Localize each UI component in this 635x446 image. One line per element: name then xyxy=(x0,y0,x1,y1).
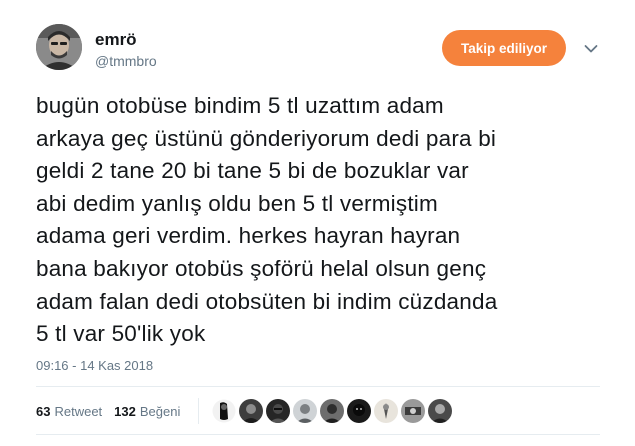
liker-avatar[interactable] xyxy=(266,399,290,423)
liker-avatar[interactable] xyxy=(239,399,263,423)
retweets-label: Retweet xyxy=(54,403,103,419)
liker-avatar[interactable] xyxy=(374,399,398,423)
tweet-text: bugün otobüse bindim 5 tl uzattım adam a… xyxy=(36,93,498,347)
likes-label: Beğeni xyxy=(139,403,181,419)
chevron-down-icon[interactable] xyxy=(584,44,598,54)
user-handle[interactable]: @tmmbro xyxy=(95,53,157,69)
avatar[interactable] xyxy=(36,24,82,70)
user-name[interactable]: emrö xyxy=(95,30,137,50)
liker-avatar[interactable] xyxy=(347,399,371,423)
likes-stat[interactable]: 132 Beğeni xyxy=(114,404,180,419)
divider xyxy=(36,434,600,435)
liker-avatar[interactable] xyxy=(428,399,452,423)
liker-avatar[interactable] xyxy=(320,399,344,423)
likes-count: 132 xyxy=(114,403,136,419)
liker-avatar[interactable] xyxy=(212,399,236,423)
retweets-count: 63 xyxy=(36,403,51,419)
tweet-stats: 63 Retweet 132 Beğeni xyxy=(36,400,192,422)
tweet-timestamp[interactable]: 09:16 - 14 Kas 2018 xyxy=(36,358,153,373)
liker-avatars xyxy=(212,399,455,423)
tweet-card: emrö @tmmbro Takip ediliyor bugün otobüs… xyxy=(0,0,635,446)
retweets-stat[interactable]: 63 Retweet xyxy=(36,404,102,419)
following-button[interactable]: Takip ediliyor xyxy=(442,30,566,66)
liker-avatar[interactable] xyxy=(293,399,317,423)
tweet-header: emrö @tmmbro Takip ediliyor xyxy=(36,24,606,76)
stats-divider xyxy=(198,398,199,424)
divider xyxy=(36,386,600,387)
liker-avatar[interactable] xyxy=(401,399,425,423)
